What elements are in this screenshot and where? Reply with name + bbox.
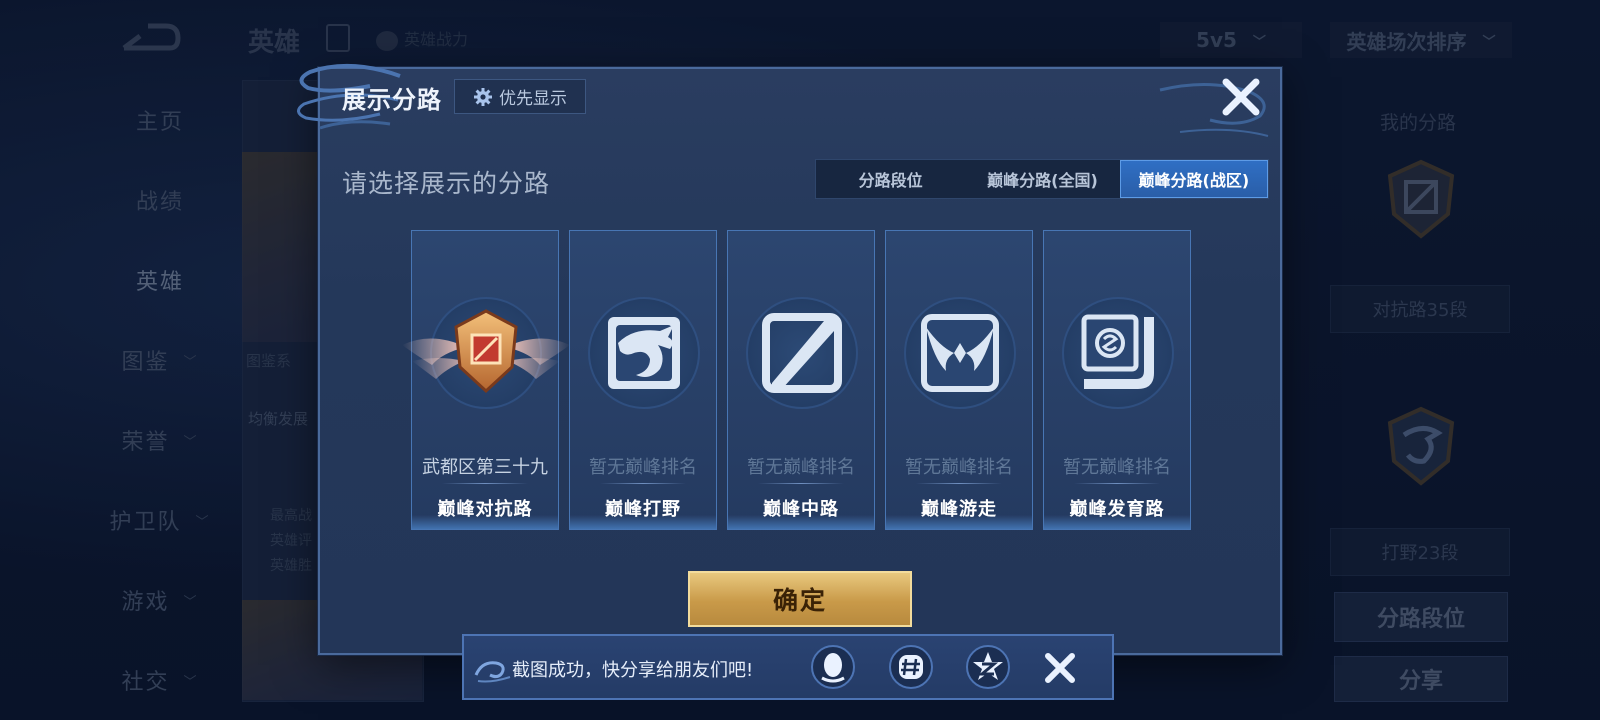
close-icon[interactable] bbox=[1220, 76, 1262, 118]
card-glow bbox=[728, 515, 874, 529]
wechat-moments-icon[interactable] bbox=[888, 644, 934, 690]
card-glow bbox=[570, 515, 716, 529]
clash-lane-badge-icon bbox=[402, 309, 570, 394]
lane-rank-text: 暂无巅峰排名 bbox=[747, 457, 855, 478]
farm-lane-icon bbox=[1081, 314, 1154, 389]
toast-message: 截图成功，快分享给朋友们吧! bbox=[512, 660, 754, 681]
lane-rank-text: 暂无巅峰排名 bbox=[589, 457, 697, 478]
tab-peak-national[interactable]: 巅峰分路(全国) bbox=[965, 160, 1119, 198]
confirm-button[interactable]: 确定 bbox=[688, 571, 912, 627]
swirl-icon bbox=[474, 661, 511, 683]
lane-card-farm[interactable]: 暂无巅峰排名 巅峰发育路 bbox=[1043, 230, 1191, 530]
gear-icon bbox=[474, 87, 492, 106]
roam-wings-icon bbox=[921, 314, 999, 392]
divider bbox=[600, 483, 686, 484]
modal-title: 展示分路 bbox=[342, 86, 442, 114]
lane-card-jungle[interactable]: 暂无巅峰排名 巅峰打野 bbox=[569, 230, 717, 530]
divider bbox=[1074, 483, 1160, 484]
priority-button-label: 优先显示 bbox=[499, 89, 567, 109]
tab-lane-rank[interactable]: 分路段位 bbox=[816, 160, 965, 198]
mid-lane-slash-icon bbox=[762, 313, 842, 393]
jungle-dragon-icon bbox=[608, 317, 680, 389]
lane-card-mid[interactable]: 暂无巅峰排名 巅峰中路 bbox=[727, 230, 875, 530]
select-prompt: 请选择展示的分路 bbox=[342, 169, 551, 198]
divider bbox=[758, 483, 844, 484]
lane-rank-text: 暂无巅峰排名 bbox=[1063, 457, 1171, 478]
lane-card-clash[interactable]: 武都区第三十九 巅峰对抗路 bbox=[402, 230, 570, 530]
lane-card-roam[interactable]: 暂无巅峰排名 巅峰游走 bbox=[885, 230, 1033, 530]
tab-peak-region[interactable]: 巅峰分路(战区) bbox=[1119, 160, 1268, 198]
lane-rank-text: 武都区第三十九 bbox=[422, 457, 548, 478]
card-glow bbox=[412, 515, 558, 529]
card-glow bbox=[1044, 515, 1190, 529]
priority-display-button[interactable]: 优先显示 bbox=[454, 79, 586, 114]
qzone-icon[interactable] bbox=[965, 644, 1011, 690]
divider bbox=[916, 483, 1002, 484]
card-glow bbox=[886, 515, 1032, 529]
close-icon[interactable] bbox=[1043, 651, 1077, 685]
qq-icon[interactable] bbox=[810, 644, 856, 690]
lane-rank-text: 暂无巅峰排名 bbox=[905, 457, 1013, 478]
lane-tabs: 分路段位 巅峰分路(全国) 巅峰分路(战区) bbox=[815, 159, 1269, 199]
divider bbox=[442, 483, 528, 484]
